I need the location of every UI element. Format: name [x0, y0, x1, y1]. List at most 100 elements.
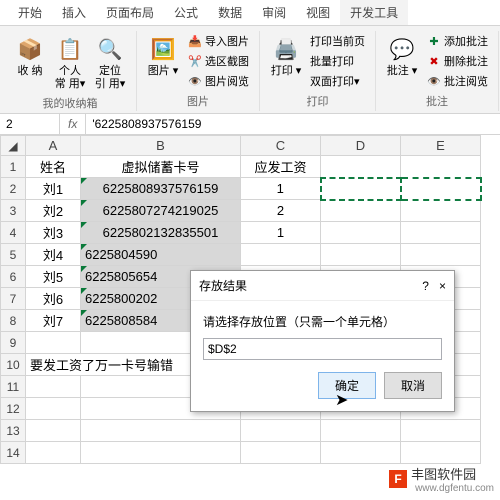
dialog-title: 存放结果 — [199, 277, 247, 294]
cell[interactable]: 刘6 — [26, 288, 81, 310]
storage-button[interactable]: 📦收 纳 — [10, 31, 50, 93]
cell-marquee[interactable] — [321, 178, 401, 200]
cell[interactable]: 6225807274219025 — [81, 200, 241, 222]
location-input[interactable] — [203, 338, 442, 360]
ribbon-group-storage: 📦收 纳 📋个人常 用▾ 🔍定位引 用▾ 我的收纳箱 — [4, 31, 137, 111]
row-header[interactable]: 3 — [1, 200, 26, 222]
cell[interactable]: 刘4 — [26, 244, 81, 266]
cell[interactable] — [321, 156, 401, 178]
cell[interactable] — [401, 156, 481, 178]
tab-dev[interactable]: 开发工具 — [340, 0, 408, 25]
help-icon[interactable]: ? — [422, 279, 429, 293]
cell[interactable]: 1 — [241, 222, 321, 244]
comment-button[interactable]: 💬批注 ▾ — [382, 31, 422, 91]
tab-start[interactable]: 开始 — [8, 0, 52, 25]
row-header[interactable]: 10 — [1, 354, 26, 376]
locate-ref-button[interactable]: 🔍定位引 用▾ — [90, 31, 130, 93]
cell[interactable] — [241, 244, 321, 266]
view-icon: 👁️ — [187, 73, 203, 89]
tab-formula[interactable]: 公式 — [164, 0, 208, 25]
group-label: 打印 — [307, 93, 329, 109]
col-header-E[interactable]: E — [401, 136, 481, 156]
row-header[interactable]: 2 — [1, 178, 26, 200]
cell[interactable] — [321, 200, 401, 222]
col-header-A[interactable]: A — [26, 136, 81, 156]
select-all[interactable]: ◢ — [1, 136, 26, 156]
cell[interactable] — [401, 244, 481, 266]
cell[interactable] — [401, 222, 481, 244]
view-icon: 👁️ — [426, 73, 442, 89]
ribbon-group-comment: 💬批注 ▾ ✚添加批注 ✖删除批注 👁️批注阅览 批注 — [376, 31, 499, 111]
formula-input[interactable]: '6225808937576159 — [86, 114, 500, 134]
col-header-C[interactable]: C — [241, 136, 321, 156]
group-label: 批注 — [426, 93, 448, 109]
cell[interactable]: 刘2 — [26, 200, 81, 222]
dialog-message: 请选择存放位置（只需一个单元格） — [203, 313, 442, 330]
import-icon: 📥 — [187, 33, 203, 49]
cell[interactable]: 6225804590 — [81, 244, 241, 266]
row-header[interactable]: 14 — [1, 442, 26, 464]
view-image-button[interactable]: 👁️图片阅览 — [183, 71, 253, 91]
save-result-dialog: 存放结果 ? × 请选择存放位置（只需一个单元格） 确定 取消 — [190, 270, 455, 412]
image-icon: 🖼️ — [147, 33, 179, 65]
ribbon-group-print: 🖨️打印 ▾ 打印当前页 批量打印 双面打印▾ 打印 — [260, 31, 376, 111]
ribbon: 📦收 纳 📋个人常 用▾ 🔍定位引 用▾ 我的收纳箱 🖼️图片 ▾ 📥导入图片 … — [0, 26, 500, 114]
name-box[interactable]: 2 — [0, 114, 60, 134]
ok-button[interactable]: 确定 — [318, 372, 376, 399]
cell[interactable]: 6225808937576159 — [81, 178, 241, 200]
row-header[interactable]: 6 — [1, 266, 26, 288]
row-header[interactable]: 7 — [1, 288, 26, 310]
cell-marquee[interactable] — [401, 178, 481, 200]
row-header[interactable]: 11 — [1, 376, 26, 398]
duplex-print-button[interactable]: 双面打印▾ — [306, 71, 369, 91]
cell[interactable] — [401, 200, 481, 222]
formula-bar: 2 fx '6225808937576159 — [0, 114, 500, 135]
cell[interactable]: 刘5 — [26, 266, 81, 288]
screenshot-button[interactable]: ✂️选区截图 — [183, 51, 253, 71]
tab-data[interactable]: 数据 — [208, 0, 252, 25]
cell[interactable]: 刘3 — [26, 222, 81, 244]
row-header[interactable]: 9 — [1, 332, 26, 354]
plus-icon: ✚ — [426, 33, 442, 49]
view-comment-button[interactable]: 👁️批注阅览 — [422, 71, 492, 91]
fx-icon[interactable]: fx — [60, 114, 86, 134]
watermark: F 丰图软件园 www.dgfentu.com — [389, 464, 494, 494]
locate-icon: 🔍 — [94, 33, 126, 65]
print-button[interactable]: 🖨️打印 ▾ — [266, 31, 306, 91]
tab-layout[interactable]: 页面布局 — [96, 0, 164, 25]
add-comment-button[interactable]: ✚添加批注 — [422, 31, 492, 51]
personal-icon: 📋 — [54, 33, 86, 65]
cell[interactable]: 虚拟储蓄卡号 — [81, 156, 241, 178]
cell[interactable]: 1 — [241, 178, 321, 200]
row-header[interactable]: 12 — [1, 398, 26, 420]
row-header[interactable]: 4 — [1, 222, 26, 244]
import-image-button[interactable]: 📥导入图片 — [183, 31, 253, 51]
delete-comment-button[interactable]: ✖删除批注 — [422, 51, 492, 71]
cell[interactable]: 2 — [241, 200, 321, 222]
tab-insert[interactable]: 插入 — [52, 0, 96, 25]
tab-view[interactable]: 视图 — [296, 0, 340, 25]
cell[interactable]: 应发工资 — [241, 156, 321, 178]
row-header[interactable]: 8 — [1, 310, 26, 332]
watermark-name: 丰图软件园 — [411, 467, 476, 482]
personal-button[interactable]: 📋个人常 用▾ — [50, 31, 90, 93]
storage-icon: 📦 — [14, 33, 46, 65]
image-button[interactable]: 🖼️图片 ▾ — [143, 31, 183, 91]
close-icon[interactable]: × — [439, 279, 446, 293]
cell[interactable] — [26, 332, 81, 354]
row-header[interactable]: 13 — [1, 420, 26, 442]
cell[interactable]: 刘7 — [26, 310, 81, 332]
cancel-button[interactable]: 取消 — [384, 372, 442, 399]
cell[interactable]: 6225802132835501 — [81, 222, 241, 244]
print-current-button[interactable]: 打印当前页 — [306, 31, 369, 51]
batch-print-button[interactable]: 批量打印 — [306, 51, 369, 71]
row-header[interactable]: 1 — [1, 156, 26, 178]
cell[interactable]: 刘1 — [26, 178, 81, 200]
row-header[interactable]: 5 — [1, 244, 26, 266]
col-header-B[interactable]: B — [81, 136, 241, 156]
cell[interactable] — [321, 244, 401, 266]
col-header-D[interactable]: D — [321, 136, 401, 156]
tab-review[interactable]: 审阅 — [252, 0, 296, 25]
cell[interactable]: 姓名 — [26, 156, 81, 178]
cell[interactable] — [321, 222, 401, 244]
